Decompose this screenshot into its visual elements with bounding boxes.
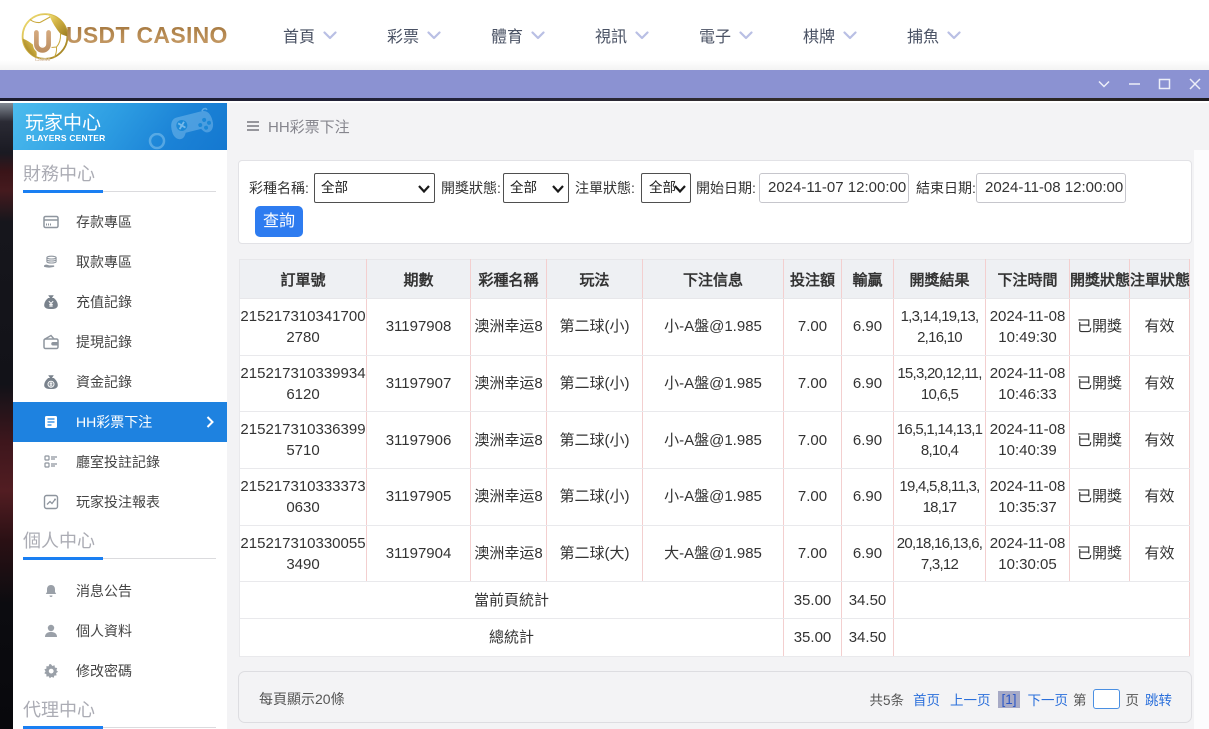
svg-text:Casino: Casino bbox=[35, 57, 51, 61]
